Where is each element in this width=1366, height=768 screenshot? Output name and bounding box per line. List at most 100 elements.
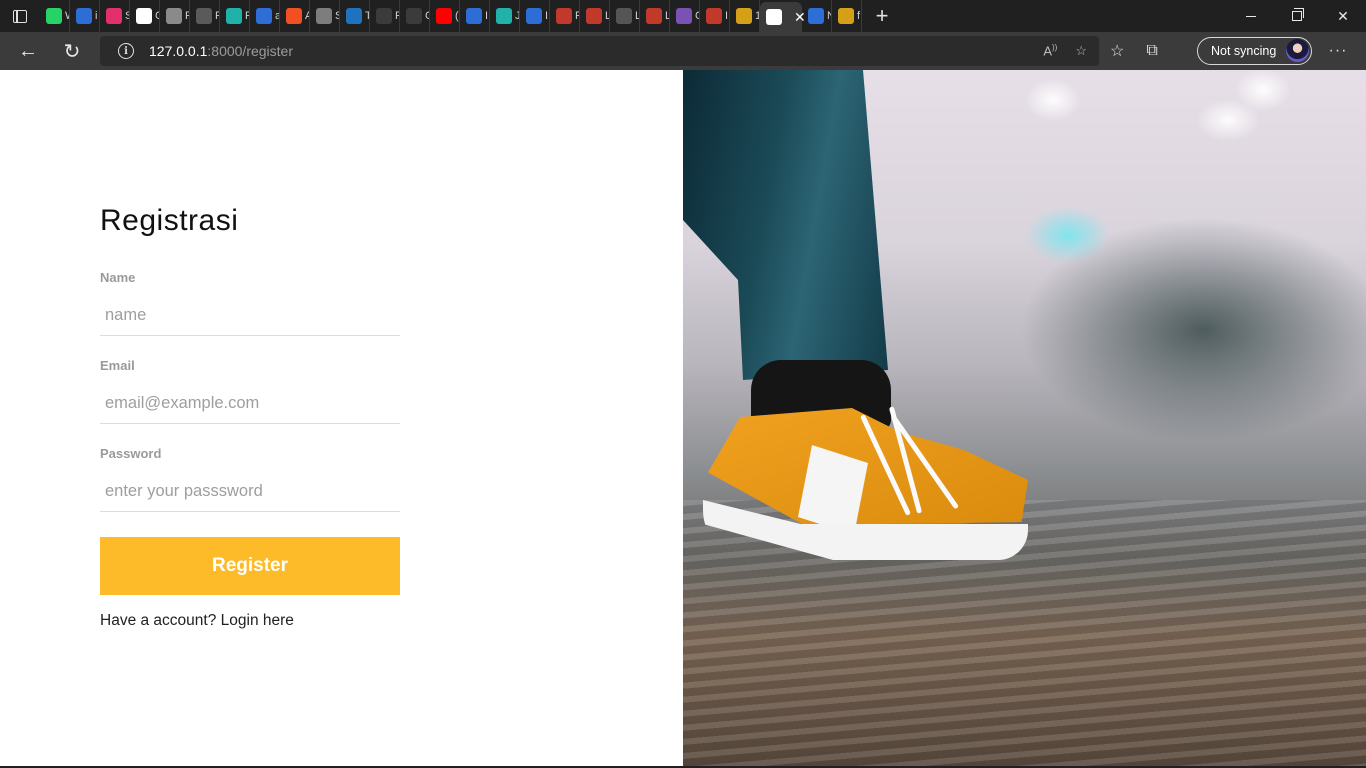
close-icon: ✕ xyxy=(1337,7,1349,24)
tab-title: W xyxy=(65,10,69,22)
browser-tab[interactable]: L xyxy=(640,0,670,32)
browser-tab[interactable]: L xyxy=(580,0,610,32)
tab-title: F xyxy=(245,10,249,22)
tab-actions-button[interactable] xyxy=(0,0,40,32)
browser-tab[interactable]: F xyxy=(160,0,190,32)
app-icon xyxy=(136,8,152,24)
profile-button[interactable]: Not syncing xyxy=(1197,37,1312,65)
address-bar[interactable]: i 127.0.0.1:8000/register A)) ☆ xyxy=(100,36,1099,66)
browser-tab[interactable]: L✕ xyxy=(760,2,806,32)
browser-tab[interactable]: C xyxy=(130,0,160,32)
browser-tab[interactable]: A xyxy=(280,0,310,32)
instagram-icon xyxy=(106,8,122,24)
jeans-shape xyxy=(683,70,888,380)
tab-title: i xyxy=(95,10,98,22)
site-info-icon[interactable]: i xyxy=(118,43,134,59)
browser-tab[interactable]: F xyxy=(550,0,580,32)
app-icon xyxy=(838,8,854,24)
collections-icon[interactable]: ⧉ xyxy=(1146,42,1157,60)
browser-tab[interactable]: I xyxy=(700,0,730,32)
browser-tab[interactable]: C xyxy=(400,0,430,32)
login-link[interactable]: Login here xyxy=(221,612,294,629)
minimize-button[interactable] xyxy=(1228,0,1274,32)
tab-title: 1 xyxy=(755,10,759,22)
browser-tab[interactable]: N xyxy=(802,0,832,32)
app-icon xyxy=(556,8,572,24)
tab-title: f xyxy=(857,10,861,22)
browser-tab[interactable]: J xyxy=(490,0,520,32)
tab-title: I xyxy=(725,10,729,22)
browser-tab[interactable]: T xyxy=(340,0,370,32)
maximize-button[interactable] xyxy=(1274,0,1320,32)
browser-tab[interactable]: L xyxy=(610,0,640,32)
register-form: Registrasi Name Email Password Register … xyxy=(100,204,400,629)
browser-tab[interactable]: ( xyxy=(430,0,460,32)
tab-title: F xyxy=(185,10,189,22)
tab-title: A xyxy=(305,10,309,22)
register-panel: Registrasi Name Email Password Register … xyxy=(0,70,683,766)
url-path: :8000/register xyxy=(207,43,293,59)
browser-tab[interactable]: F xyxy=(370,0,400,32)
refresh-button[interactable]: ↻ xyxy=(50,32,94,70)
speaker-icon xyxy=(376,8,392,24)
more-options-icon[interactable]: ··· xyxy=(1326,32,1350,70)
new-tab-button[interactable]: + xyxy=(862,0,902,32)
search-icon xyxy=(466,8,482,24)
search-icon xyxy=(808,8,824,24)
tab-title: L xyxy=(635,10,639,22)
password-input[interactable] xyxy=(100,472,400,512)
add-favorite-icon[interactable]: ☆ xyxy=(1075,43,1087,59)
tab-title: I xyxy=(485,10,489,22)
sneaker-shape xyxy=(703,390,1028,565)
minimize-icon xyxy=(1246,15,1256,17)
browser-tab[interactable]: W xyxy=(40,0,70,32)
url-text[interactable]: 127.0.0.1:8000/register xyxy=(149,43,293,59)
tab-title: C xyxy=(695,10,699,22)
browser-tab[interactable]: a xyxy=(250,0,280,32)
close-window-button[interactable]: ✕ xyxy=(1320,0,1366,32)
document-icon xyxy=(406,8,422,24)
search-icon xyxy=(76,8,92,24)
tab-actions-icon xyxy=(13,9,27,23)
tab-title: J xyxy=(515,10,519,22)
browser-tab[interactable]: S xyxy=(310,0,340,32)
browser-tab[interactable]: F xyxy=(190,0,220,32)
tab-title: T xyxy=(365,10,369,22)
bing-icon xyxy=(256,8,272,24)
browser-tab[interactable]: I xyxy=(460,0,490,32)
browser-tab[interactable]: C xyxy=(670,0,700,32)
app-icon xyxy=(316,8,332,24)
name-input[interactable] xyxy=(100,296,400,336)
tab-title: N xyxy=(827,10,831,22)
register-button[interactable]: Register xyxy=(100,537,400,595)
back-arrow-icon: ← xyxy=(18,39,38,62)
app-icon xyxy=(586,8,602,24)
globe-icon xyxy=(196,8,212,24)
browser-tab[interactable]: f xyxy=(832,0,862,32)
youtube-icon xyxy=(436,8,452,24)
browser-tab[interactable]: 1 xyxy=(730,0,760,32)
restore-icon xyxy=(1292,8,1304,21)
read-aloud-icon[interactable]: A)) xyxy=(1043,43,1057,58)
app-icon xyxy=(646,8,662,24)
browser-tab[interactable]: F xyxy=(220,0,250,32)
tab-title: C xyxy=(155,10,159,22)
address-bar-actions: A)) ☆ xyxy=(1043,36,1087,66)
window-controls: ✕ xyxy=(1228,0,1366,32)
microsoft-icon xyxy=(286,8,302,24)
back-button[interactable]: ← xyxy=(6,32,50,70)
app-icon xyxy=(736,8,752,24)
app-icon xyxy=(616,8,632,24)
favorites-icon[interactable]: ☆ xyxy=(1110,41,1124,61)
email-input[interactable] xyxy=(100,384,400,424)
browser-tab[interactable]: I xyxy=(520,0,550,32)
toolbar-icons: ☆ ⧉ xyxy=(1110,32,1158,70)
browser-tab[interactable]: i xyxy=(70,0,100,32)
login-prompt-text: Have a account? xyxy=(100,612,217,629)
app-icon xyxy=(496,8,512,24)
url-host: 127.0.0.1 xyxy=(149,43,208,59)
email-label: Email xyxy=(100,358,135,373)
browser-tab[interactable]: S xyxy=(100,0,130,32)
web-page: Registrasi Name Email Password Register … xyxy=(0,70,1366,766)
bootstrap-icon xyxy=(676,8,692,24)
